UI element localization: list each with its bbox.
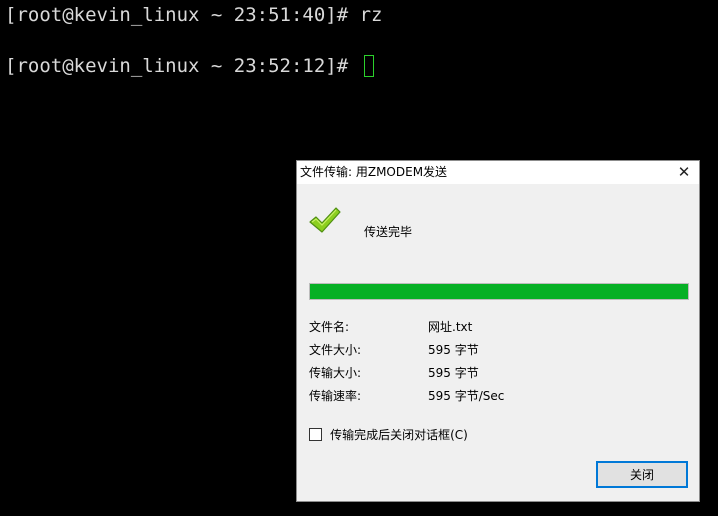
terminal-line-2: [root@kevin_linux ~ 23:52:12]#	[5, 53, 374, 79]
filename-label: 文件名:	[309, 320, 350, 334]
transfer-rate-label: 传输速率:	[309, 389, 362, 403]
close-button[interactable]: 关闭	[596, 461, 688, 488]
auto-close-label[interactable]: 传输完成后关闭对话框(C)	[330, 428, 468, 442]
terminal-prompt: [root@kevin_linux ~ 23:52:12]#	[5, 55, 360, 77]
terminal-cursor	[363, 55, 374, 77]
transfer-size-value: 595 字节	[428, 366, 479, 380]
transfer-rate-value: 595 字节/Sec	[428, 389, 505, 403]
filesize-value: 595 字节	[428, 343, 479, 357]
dialog-title: 文件传输: 用ZMODEM发送	[300, 165, 448, 179]
transfer-status: 传送完毕	[364, 225, 413, 239]
auto-close-checkbox[interactable]	[309, 428, 322, 441]
progress-fill	[310, 284, 688, 299]
dialog-titlebar[interactable]: 文件传输: 用ZMODEM发送 ✕	[297, 161, 699, 184]
auto-close-checkbox-row[interactable]: 传输完成后关闭对话框(C)	[309, 424, 468, 442]
progress-bar	[309, 283, 689, 300]
filesize-label: 文件大小:	[309, 343, 362, 357]
terminal-line-1: [root@kevin_linux ~ 23:51:40]# rz	[5, 4, 383, 26]
filename-value: 网址.txt	[428, 320, 473, 334]
transfer-size-label: 传输大小:	[309, 366, 362, 380]
file-transfer-dialog: 文件传输: 用ZMODEM发送 ✕ 传送完毕 文件名: 网址.txt 文件大小:…	[296, 160, 700, 502]
check-icon	[309, 207, 341, 233]
close-icon[interactable]: ✕	[669, 161, 699, 184]
